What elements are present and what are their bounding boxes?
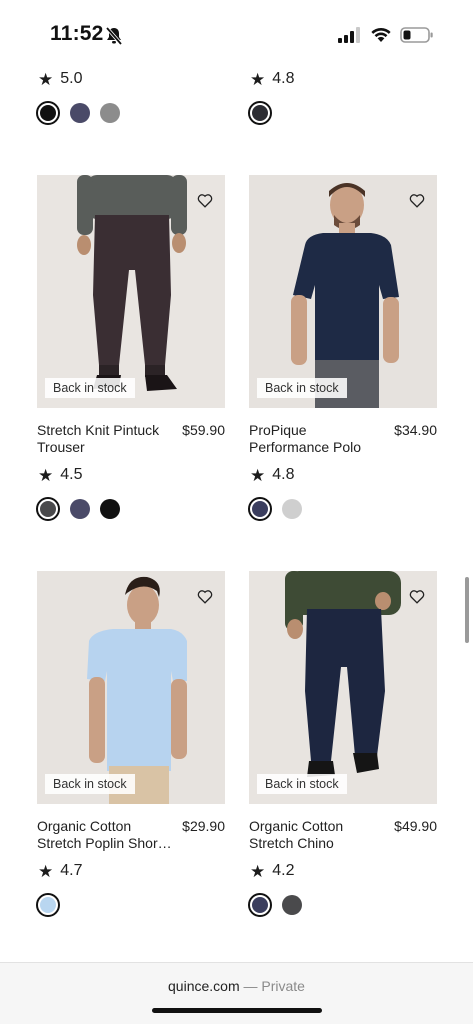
star-icon: ★ [250, 465, 266, 485]
product-price: $49.90 [394, 818, 437, 834]
star-icon: ★ [38, 69, 54, 89]
status-bar: 11:52 [0, 0, 473, 62]
product-card[interactable]: Back in stock Organic Cotton Stretch Pop… [36, 571, 225, 917]
clock: 11:52 [50, 22, 104, 45]
color-swatch-selected[interactable] [248, 497, 272, 521]
product-rating: ★ 5.0 [38, 70, 83, 88]
product-price: $59.90 [182, 422, 225, 438]
product-image[interactable]: Back in stock [249, 571, 437, 804]
color-swatch-selected[interactable] [248, 893, 272, 917]
cellular-signal-icon [338, 27, 360, 43]
url-domain: quince.com [168, 978, 240, 994]
color-swatch[interactable] [100, 499, 120, 519]
color-swatch[interactable] [282, 499, 302, 519]
product-price: $34.90 [394, 422, 437, 438]
product-rating: ★ 4.5 [38, 466, 83, 484]
model-figure [291, 183, 399, 408]
color-swatch-selected[interactable] [248, 101, 272, 125]
product-card[interactable]: Back in stock Organic Cotton Stretch Chi… [248, 571, 437, 917]
color-swatch[interactable] [70, 103, 90, 123]
color-swatches [36, 101, 120, 125]
color-swatches [248, 101, 272, 125]
back-in-stock-badge: Back in stock [45, 378, 135, 398]
product-rating: ★ 4.2 [250, 862, 295, 880]
scrollbar-thumb[interactable] [465, 577, 469, 643]
color-swatch-selected[interactable] [36, 893, 60, 917]
private-mode-label: Private [261, 978, 305, 994]
product-price: $29.90 [182, 818, 225, 834]
product-image[interactable]: Back in stock [249, 175, 437, 408]
wishlist-heart-icon[interactable] [409, 193, 425, 208]
rating-value: 4.5 [60, 466, 83, 483]
back-in-stock-badge: Back in stock [257, 378, 347, 398]
rating-value: 4.8 [272, 466, 295, 483]
product-image[interactable]: Back in stock [37, 571, 225, 804]
url-separator: — [239, 978, 262, 994]
model-figure [87, 576, 187, 804]
back-in-stock-badge: Back in stock [45, 774, 135, 794]
rating-value: 4.7 [60, 862, 83, 879]
product-name[interactable]: Organic Cotton Stretch Chino [249, 818, 384, 852]
browser-address-bar[interactable]: quince.com — Private [0, 962, 473, 1024]
model-figure [77, 175, 187, 391]
url-display[interactable]: quince.com — Private [0, 978, 473, 994]
rating-value: 5.0 [60, 70, 83, 87]
star-icon: ★ [38, 861, 54, 881]
rating-value: 4.8 [272, 70, 295, 87]
product-name[interactable]: ProPique Performance Polo [249, 422, 384, 456]
star-icon: ★ [250, 69, 266, 89]
star-icon: ★ [38, 465, 54, 485]
color-swatch-selected[interactable] [36, 101, 60, 125]
color-swatches [248, 893, 302, 917]
color-swatch[interactable] [100, 103, 120, 123]
wifi-icon [371, 27, 391, 42]
product-image[interactable]: Back in stock [37, 175, 225, 408]
color-swatches [36, 893, 60, 917]
product-card[interactable]: Back in stock Stretch Knit Pintuck Trous… [36, 175, 225, 521]
rating-value: 4.2 [272, 862, 295, 879]
home-indicator[interactable] [152, 1008, 322, 1013]
wishlist-heart-icon[interactable] [197, 589, 213, 604]
color-swatches [248, 497, 302, 521]
wishlist-heart-icon[interactable] [409, 589, 425, 604]
product-name[interactable]: Stretch Knit Pintuck Trouser [37, 422, 172, 456]
product-rating: ★ 4.7 [38, 862, 83, 880]
wishlist-heart-icon[interactable] [197, 193, 213, 208]
product-rating: ★ 4.8 [250, 466, 295, 484]
back-in-stock-badge: Back in stock [257, 774, 347, 794]
model-figure [285, 571, 401, 777]
color-swatches [36, 497, 120, 521]
product-name[interactable]: Organic Cotton Stretch Poplin Shor… [37, 818, 172, 852]
battery-icon [400, 27, 433, 43]
color-swatch-selected[interactable] [36, 497, 60, 521]
color-swatch[interactable] [70, 499, 90, 519]
silent-bell-icon [105, 26, 123, 46]
color-swatch[interactable] [282, 895, 302, 915]
star-icon: ★ [250, 861, 266, 881]
product-card[interactable]: Back in stock ProPique Performance Polo … [248, 175, 437, 521]
product-rating: ★ 4.8 [250, 70, 295, 88]
